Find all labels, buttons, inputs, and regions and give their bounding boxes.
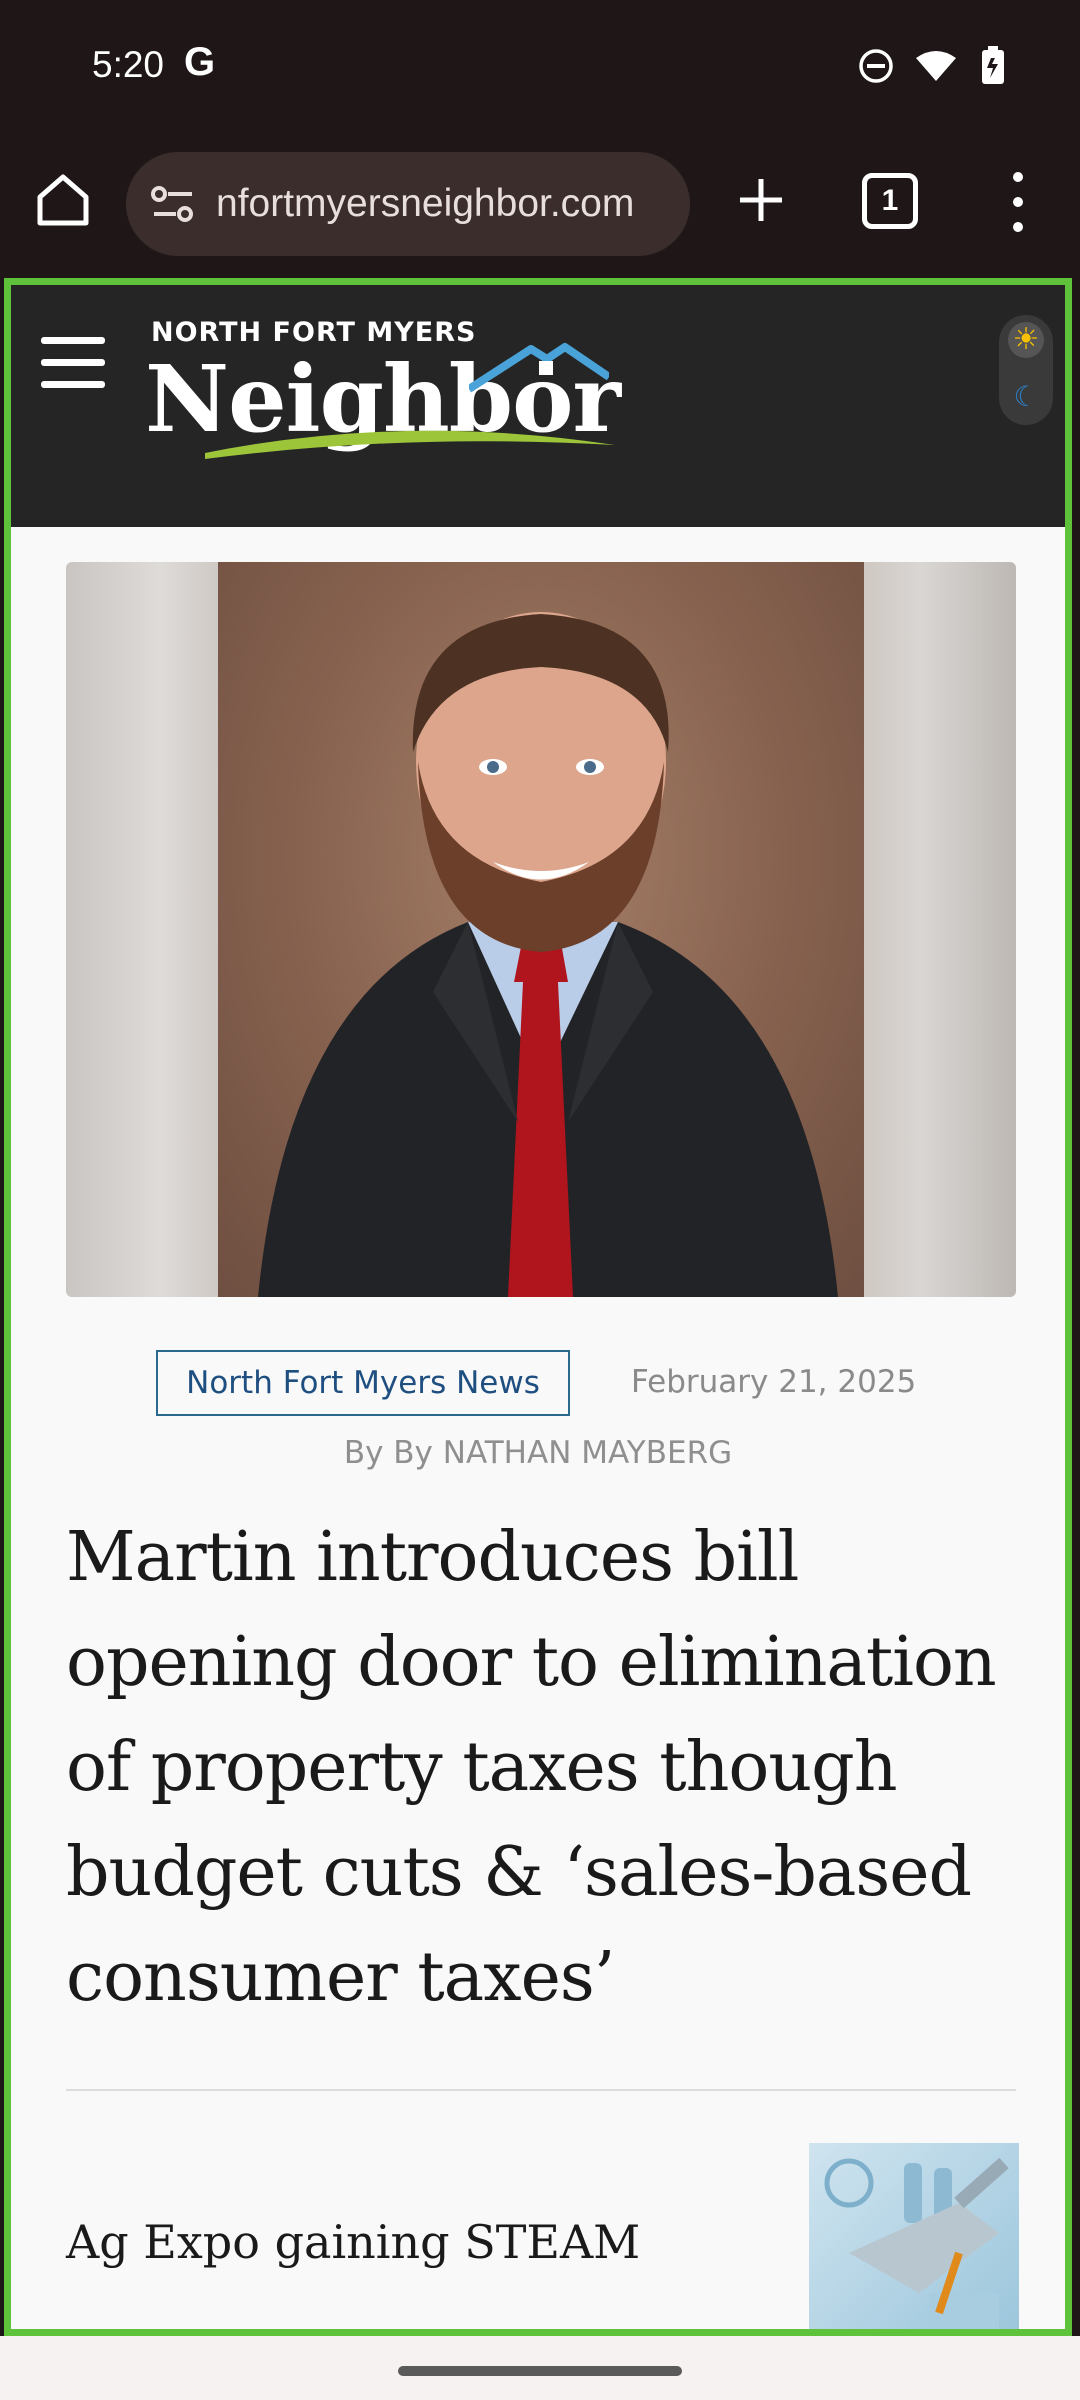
status-icons: [858, 46, 1010, 86]
related-article-thumbnail[interactable]: [809, 2143, 1019, 2329]
google-icon: G: [184, 40, 216, 84]
more-vert-icon: [1013, 172, 1023, 232]
hamburger-menu-icon[interactable]: [41, 337, 105, 389]
category-badge[interactable]: North Fort Myers News: [156, 1350, 570, 1416]
tab-switcher-button[interactable]: 1: [862, 173, 918, 229]
web-content: NORTH FORT MYERS Neighbor ☀ ☾ North Fort…: [4, 278, 1072, 2336]
article-hero-image[interactable]: [66, 562, 1016, 1297]
home-icon: [37, 174, 89, 226]
logo-swoosh: [205, 430, 615, 459]
wifi-icon: [916, 50, 956, 82]
new-tab-button[interactable]: [728, 167, 794, 233]
sun-icon[interactable]: ☀: [1008, 322, 1044, 358]
plus-icon: [740, 179, 782, 221]
article-headline[interactable]: Martin introduces bill opening door to e…: [66, 1505, 1036, 2030]
site-logo[interactable]: NORTH FORT MYERS Neighbor: [145, 317, 625, 467]
browser-toolbar: nfortmyersneighbor.com 1: [0, 135, 1080, 275]
divider: [66, 2089, 1016, 2091]
gesture-nav-bar: [0, 2336, 1080, 2400]
theme-toggle[interactable]: ☀ ☾: [999, 315, 1053, 425]
logo-tagline: NORTH FORT MYERS: [151, 317, 477, 348]
home-button[interactable]: [30, 167, 96, 233]
portrait-photo: [218, 562, 864, 1297]
do-not-disturb-icon: [858, 48, 894, 84]
article-date: February 21, 2025: [631, 1364, 917, 1400]
address-bar[interactable]: nfortmyersneighbor.com: [126, 152, 690, 256]
article-meta: North Fort Myers News February 21, 2025: [11, 1350, 1065, 1420]
home-gesture-handle[interactable]: [398, 2366, 682, 2376]
url-text[interactable]: nfortmyersneighbor.com: [216, 182, 676, 226]
article-byline: By By NATHAN MAYBERG: [343, 1435, 733, 1471]
related-article-title[interactable]: Ag Expo gaining STEAM: [66, 2215, 640, 2269]
status-time: 5:20: [92, 44, 165, 85]
house-roof-icon: [469, 343, 609, 393]
overflow-menu-button[interactable]: [1000, 167, 1036, 237]
battery-icon: [978, 46, 1010, 86]
status-bar: 5:20 G: [0, 0, 1080, 135]
moon-icon[interactable]: ☾: [1008, 379, 1044, 415]
site-settings-icon[interactable]: [148, 180, 198, 228]
site-header: NORTH FORT MYERS Neighbor ☀ ☾: [11, 285, 1065, 527]
